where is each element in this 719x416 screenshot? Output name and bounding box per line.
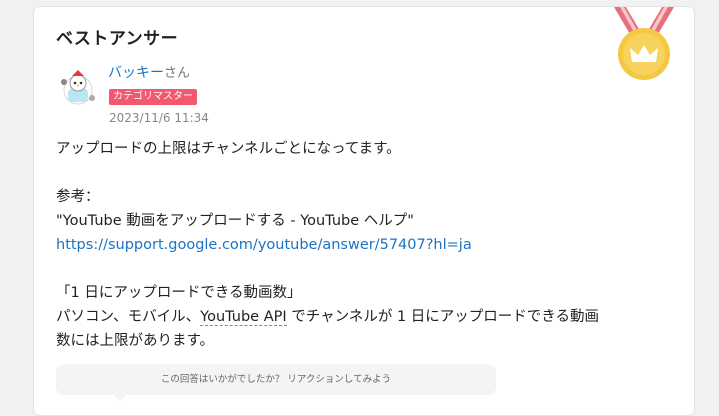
youtube-api-term[interactable]: YouTube API <box>200 309 287 326</box>
quote-title: 「1 日にアップロードできる動画数」 <box>56 285 302 301</box>
best-answer-card: ベストアンサー バッキーさん カテゴリマスター 2023/11/6 11:34 … <box>33 6 695 416</box>
reaction-prompt-button[interactable]: この回答はいかがでしたか？ リアクションしてみよう <box>56 364 496 395</box>
category-master-badge: カテゴリマスター <box>109 89 197 105</box>
quote-text: パソコン、モバイル、 <box>56 309 201 325</box>
quote-body-line: 数には上限があります。 <box>56 333 215 349</box>
user-avatar[interactable] <box>58 68 98 108</box>
answer-date: 2023/11/6 11:34 <box>109 111 209 125</box>
answer-body: アップロードの上限はチャンネルごとになってます。 参考： "YouTube 動画… <box>56 137 676 353</box>
reference-title: "YouTube 動画をアップロードする - YouTube ヘルプ" <box>56 213 414 229</box>
reference-link[interactable]: https://support.google.com/youtube/answe… <box>56 237 472 253</box>
reference-link-line: https://support.google.com/youtube/answe… <box>56 233 676 257</box>
user-name-suffix: さん <box>164 66 191 81</box>
crown-medal-icon <box>614 7 674 80</box>
quote-text: でチャンネルが 1 日にアップロードできる動画 <box>286 309 599 325</box>
quote-body-line: パソコン、モバイル、YouTube API でチャンネルが 1 日にアップロード… <box>56 305 676 329</box>
best-answer-heading: ベストアンサー <box>56 29 179 49</box>
speech-bubble-tail <box>114 395 126 402</box>
reference-label: 参考： <box>56 189 100 205</box>
user-name[interactable]: バッキー <box>108 65 164 81</box>
answer-line: アップロードの上限はチャンネルごとになってます。 <box>56 141 401 157</box>
user-name-link[interactable]: バッキーさん <box>108 62 190 82</box>
